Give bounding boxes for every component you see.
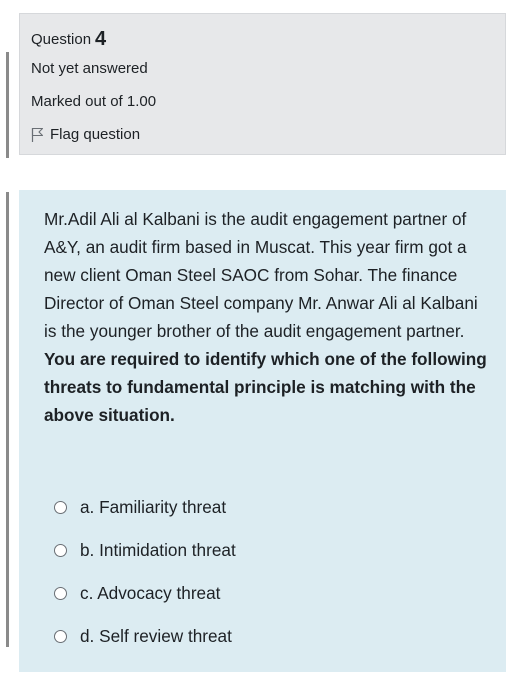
question-number-line: Question 4 xyxy=(31,27,106,50)
flag-question-link[interactable]: Flag question xyxy=(31,126,140,143)
answer-option-a[interactable]: a. Familiarity threat xyxy=(54,486,236,529)
question-indicator-bar xyxy=(6,52,9,158)
question-paragraph: Mr.Adil Ali al Kalbani is the audit enga… xyxy=(44,209,478,341)
question-number: 4 xyxy=(95,28,107,50)
answer-label: d. Self review threat xyxy=(80,626,232,646)
question-info-panel: Question 4 Not yet answered Marked out of… xyxy=(19,13,506,155)
question-content-panel: Mr.Adil Ali al Kalbani is the audit enga… xyxy=(19,190,506,672)
radio-unchecked-icon[interactable] xyxy=(54,630,67,643)
radio-unchecked-icon[interactable] xyxy=(54,544,67,557)
answer-option-b[interactable]: b. Intimidation threat xyxy=(54,529,236,572)
answer-label: a. Familiarity threat xyxy=(80,497,227,517)
answer-label: b. Intimidation threat xyxy=(80,540,236,560)
question-text: Mr.Adil Ali al Kalbani is the audit enga… xyxy=(44,205,494,429)
question-state: Not yet answered xyxy=(31,60,148,77)
radio-unchecked-icon[interactable] xyxy=(54,587,67,600)
answer-list: a. Familiarity threat b. Intimidation th… xyxy=(54,486,236,658)
flag-question-label: Flag question xyxy=(50,126,141,143)
radio-unchecked-icon[interactable] xyxy=(54,501,67,514)
answer-label: c. Advocacy threat xyxy=(80,583,221,603)
content-indicator-bar xyxy=(6,192,9,647)
question-grade: Marked out of 1.00 xyxy=(31,93,157,110)
question-instruction: You are required to identify which one o… xyxy=(44,349,487,425)
answer-option-c[interactable]: c. Advocacy threat xyxy=(54,572,236,615)
flag-icon xyxy=(31,127,44,142)
question-label: Question xyxy=(31,31,92,48)
answer-option-d[interactable]: d. Self review threat xyxy=(54,615,236,658)
